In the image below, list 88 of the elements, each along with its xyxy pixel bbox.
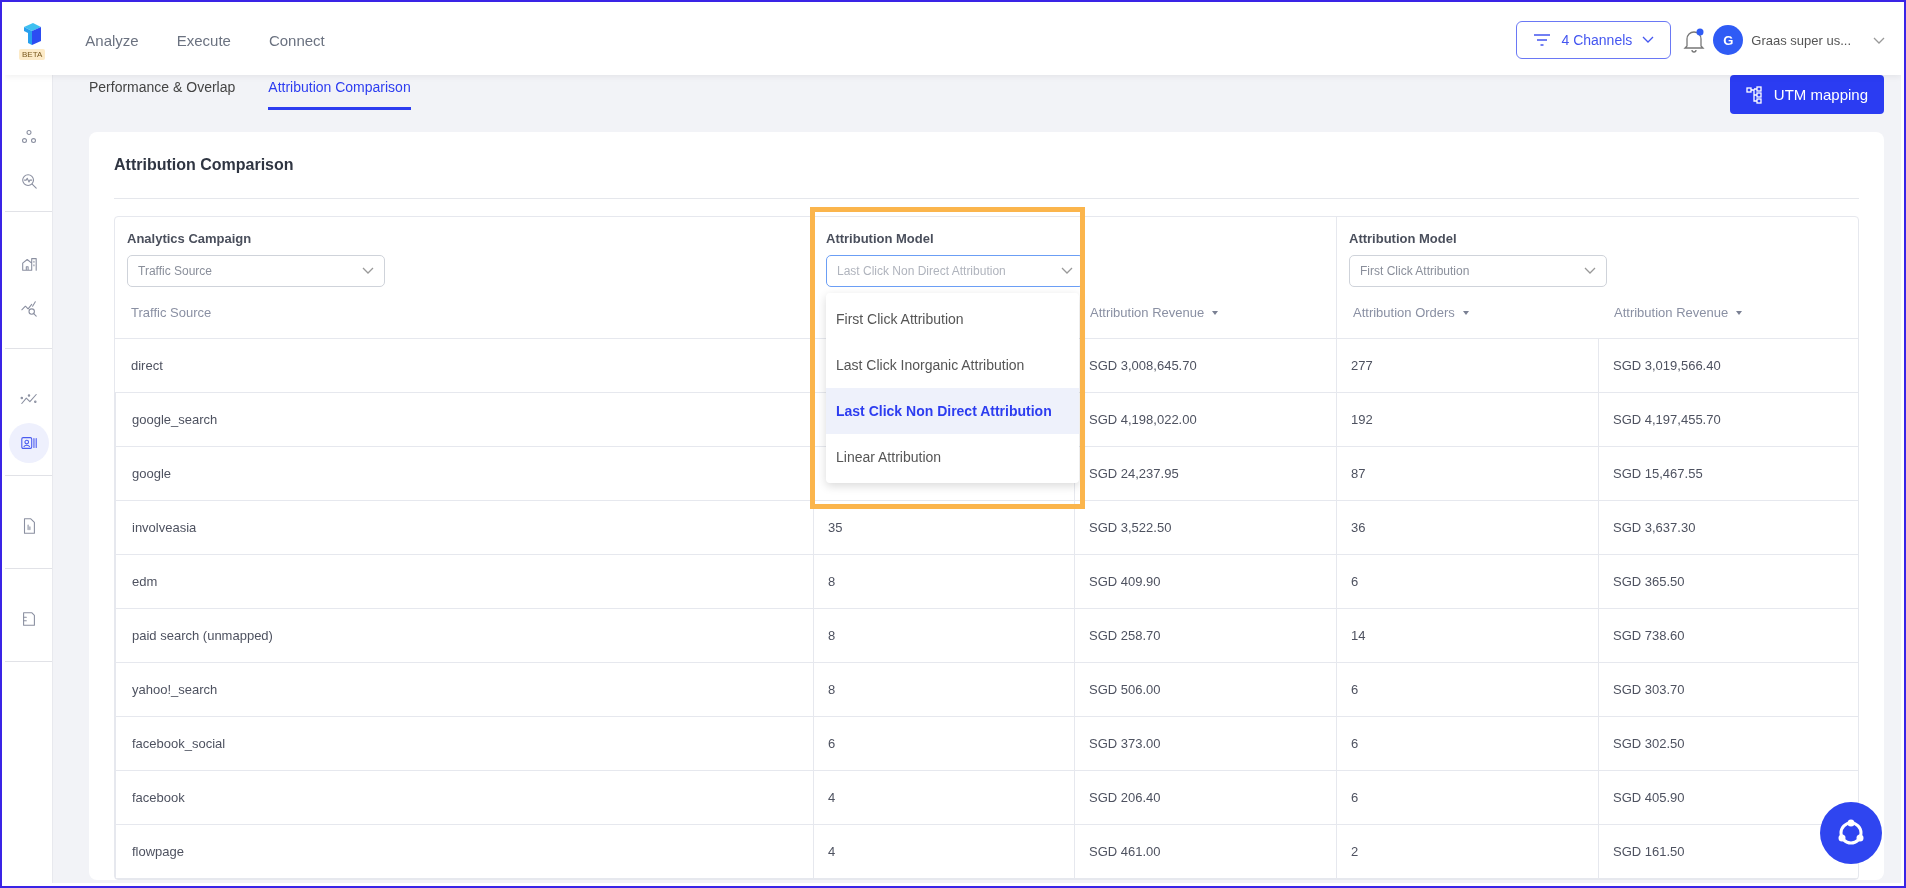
search-icon (19, 172, 38, 190)
nodes-icon (19, 128, 38, 146)
table-cell: 35 (828, 520, 843, 535)
table-cell: SGD 24,237.95 (1089, 466, 1179, 481)
buildings-icon (19, 255, 38, 273)
table-cell: 87 (1351, 466, 1366, 481)
table-cell: SGD 4,197,455.70 (1613, 412, 1721, 427)
table-cell: 6 (828, 736, 836, 751)
table-cell: SGD 738.60 (1613, 628, 1685, 643)
select-dropdown[interactable]: Traffic Source (127, 255, 385, 287)
table-cell: SGD 405.90 (1613, 790, 1685, 805)
column-header: Traffic Source (131, 305, 212, 320)
chevron-down-icon (1873, 37, 1885, 45)
utm-mapping-button[interactable]: UTM mapping (1729, 75, 1884, 114)
table-cell: SGD 161.50 (1613, 844, 1685, 859)
table-cell: 6 (1351, 574, 1359, 589)
table-cell: SGD 4,198,022.00 (1089, 412, 1197, 427)
chevron-down-icon (362, 267, 374, 275)
table-cell: 277 (1351, 358, 1373, 373)
table-cell: SGD 15,467.55 (1613, 466, 1703, 481)
table-cell: SGD 3,522.50 (1089, 520, 1172, 535)
card-title: Attribution Comparison (114, 132, 1859, 199)
column-header[interactable]: Attribution Orders (1353, 305, 1455, 320)
sort-caret-icon[interactable] (1736, 310, 1743, 315)
channels-filter-button[interactable]: 4 Channels (1516, 21, 1672, 59)
table-cell: SGD 461.00 (1089, 844, 1161, 859)
filter-label: Analytics Campaign (127, 231, 253, 246)
table-cell: SGD 206.40 (1089, 790, 1161, 805)
table-cell: 4 (828, 790, 836, 805)
table-cell: SGD 303.70 (1613, 682, 1685, 697)
table-cell: flowpage (132, 844, 185, 859)
table-cell: paid search (unmapped) (132, 628, 273, 643)
table-cell: 36 (1351, 520, 1366, 535)
table-cell: facebook (132, 790, 185, 805)
table-cell: SGD 373.00 (1089, 736, 1161, 751)
nav-link[interactable]: Analyze (85, 31, 139, 49)
dropdown-option[interactable]: Linear Attribution (826, 434, 1079, 480)
table-cell: SGD 506.00 (1089, 682, 1161, 697)
tab[interactable]: Performance & Overlap (89, 75, 236, 110)
nav-link[interactable]: Connect (268, 31, 325, 49)
table-cell: SGD 3,019,566.40 (1613, 358, 1721, 373)
sort-caret-icon[interactable] (1462, 310, 1469, 315)
nav-link[interactable]: Execute (176, 31, 231, 49)
table-cell: SGD 3,637.30 (1613, 520, 1696, 535)
table-cell: google (132, 466, 172, 481)
filter-label: Attribution Model (1349, 231, 1458, 246)
table-cell: SGD 365.50 (1613, 574, 1685, 589)
tab[interactable]: Attribution Comparison (268, 75, 411, 110)
table-cell: 2 (1351, 844, 1359, 859)
table-cell: SGD 3,008,645.70 (1089, 358, 1197, 373)
table-cell: involveasia (132, 520, 197, 535)
sidebar-nav-button[interactable] (8, 423, 49, 463)
bell-icon[interactable] (1683, 27, 1706, 53)
table-cell: 8 (828, 574, 836, 589)
table-cell: 8 (828, 628, 836, 643)
column-header[interactable]: Attribution Revenue (1090, 305, 1205, 320)
sort-caret-icon[interactable] (1212, 310, 1219, 315)
table-cell: direct (131, 358, 163, 373)
user-name[interactable]: Graas super us... (1751, 32, 1851, 48)
table-cell: SGD 258.70 (1089, 628, 1161, 643)
user-avatar[interactable]: G (1713, 25, 1744, 55)
table-cell: 8 (828, 682, 836, 697)
table-cell: yahoo!_search (132, 682, 218, 697)
table-cell: 14 (1351, 628, 1366, 643)
table-cell: google_search (132, 412, 218, 427)
table-cell: SGD 409.90 (1089, 574, 1161, 589)
chevron-down-icon (1584, 267, 1596, 275)
beta-badge: BETA (19, 48, 46, 60)
table-cell: 192 (1351, 412, 1373, 427)
filter-icon (1533, 33, 1552, 47)
chevron-down-icon (1061, 267, 1073, 275)
filter-label: Attribution Model (826, 231, 935, 246)
table-cell: 6 (1351, 682, 1359, 697)
table-cell: edm (132, 574, 158, 589)
dropdown-option[interactable]: First Click Attribution (826, 296, 1079, 342)
dropdown-option[interactable]: Last Click Non Direct Attribution (826, 388, 1079, 434)
chart-search-icon (19, 299, 38, 317)
table-cell: SGD 302.50 (1613, 736, 1685, 751)
column-header[interactable]: Attribution Revenue (1614, 305, 1729, 320)
chevron-down-icon (1642, 36, 1655, 44)
hierarchy-icon (1745, 85, 1764, 104)
id-card-icon (19, 434, 38, 452)
table-cell: 6 (1351, 790, 1359, 805)
table-cell: facebook_social (132, 736, 226, 751)
table-cell: 4 (828, 844, 836, 859)
select-dropdown[interactable]: First Click Attribution (1349, 255, 1607, 287)
table-cell: 6 (1351, 736, 1359, 751)
dropdown-option[interactable]: Last Click Inorganic Attribution (826, 342, 1079, 388)
